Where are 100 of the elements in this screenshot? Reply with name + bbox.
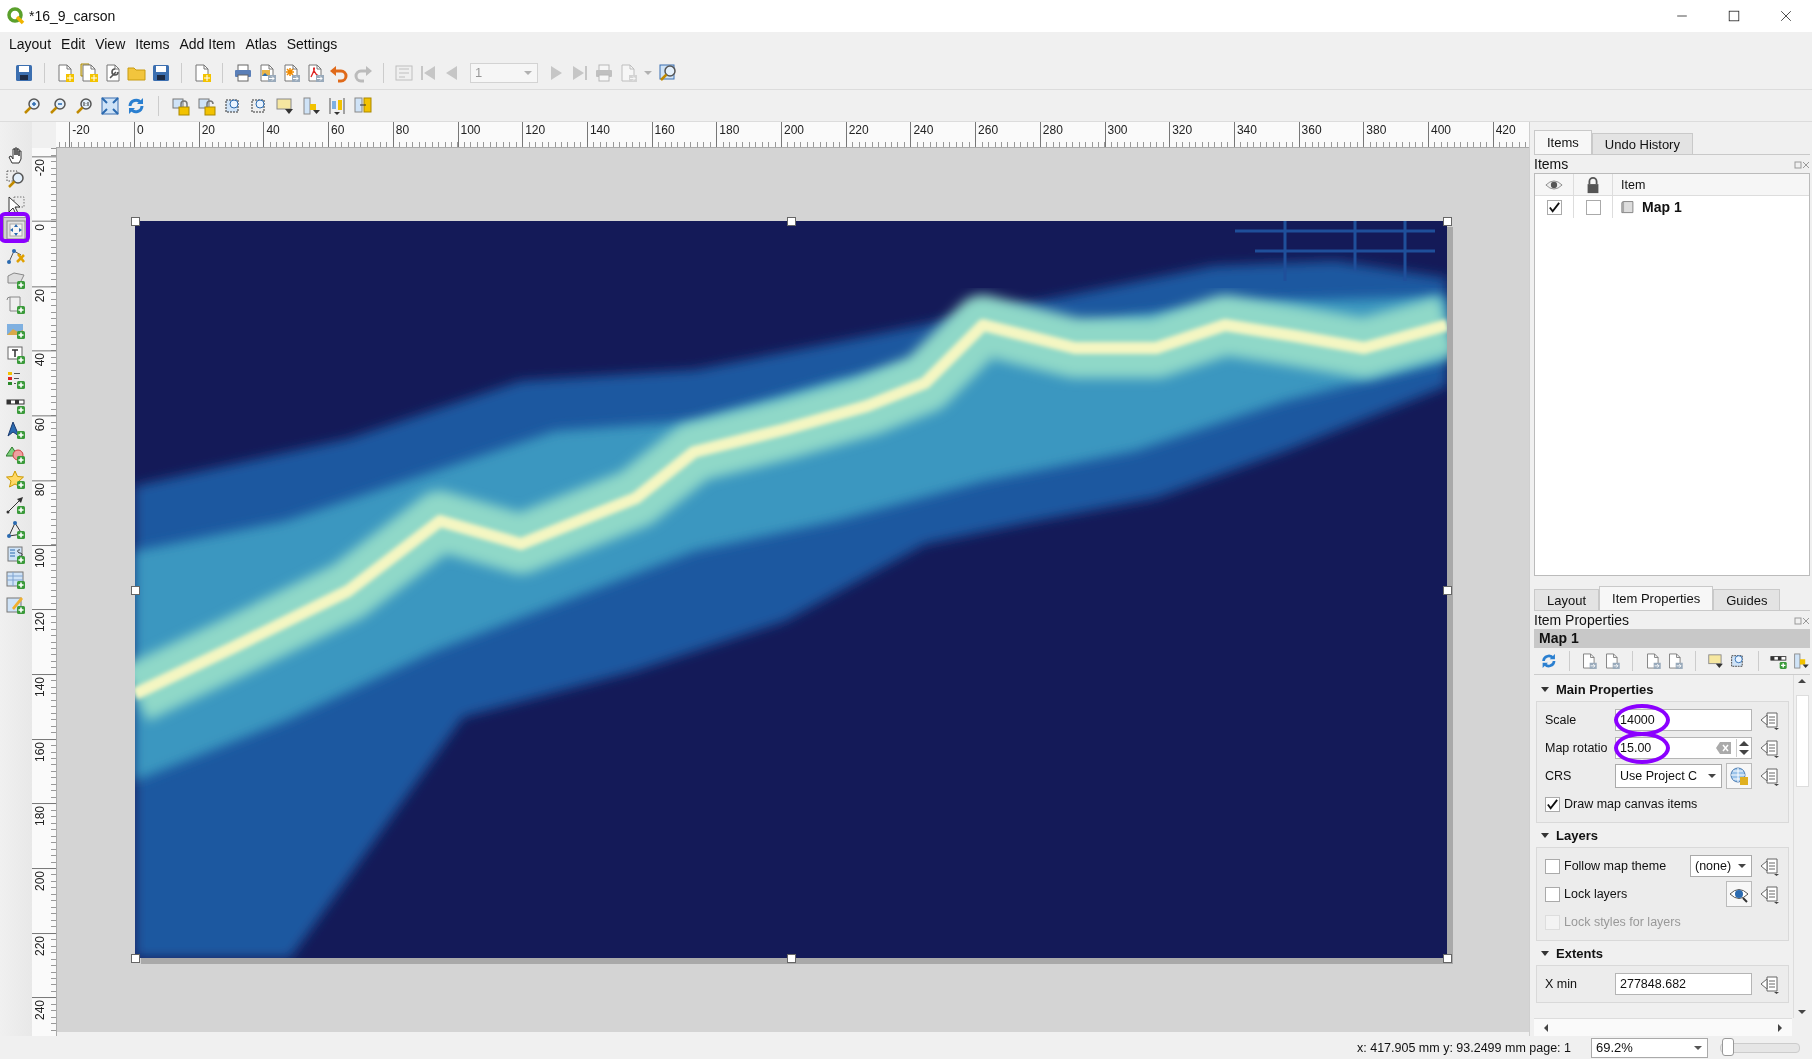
crs-button[interactable] [1726,763,1752,789]
eye-button[interactable] [1726,881,1752,907]
menu-item[interactable]: View [90,34,131,54]
ruler-label: 220 [32,932,56,958]
menu-item[interactable]: Edit [56,34,91,54]
ruler-label: 240 [32,997,56,1023]
tab[interactable]: Layout [1534,589,1600,610]
selection-handle[interactable] [787,954,796,963]
item-title: Map 1 [1534,629,1810,648]
export-svg-icon[interactable] [281,62,301,83]
atlas-settings-icon[interactable] [658,62,678,83]
scroll-thumb[interactable] [1796,695,1809,787]
selection-handle[interactable] [1443,585,1452,595]
panel-title: Items [1534,156,1569,172]
checkbox[interactable] [1545,796,1560,812]
lock-items-icon[interactable] [171,95,191,116]
logo-icon [6,6,26,26]
float-icon[interactable] [1794,617,1802,625]
checkbox-label[interactable]: Lock layers [1564,887,1722,901]
selection-handle[interactable] [131,585,140,595]
field-label: Scale [1545,713,1578,727]
input-field[interactable]: 277848.682 [1615,973,1752,995]
ruler-label: 100 [32,544,56,570]
export-pdf-icon[interactable] [305,62,325,83]
dropdown[interactable]: Use Project C [1615,764,1722,788]
spin-box[interactable]: 15.00 [1615,737,1752,759]
close-icon[interactable] [1778,8,1794,24]
menu-item[interactable]: Layout [4,34,57,54]
unlock-items-icon[interactable] [197,95,217,116]
selection-handle[interactable] [1443,954,1452,963]
checkbox-label[interactable]: Draw map canvas items [1564,797,1782,811]
panel-title: Item Properties [1534,612,1629,628]
menu-item[interactable]: Add Item [174,34,241,54]
input-field[interactable]: 14000 [1615,709,1752,731]
collapse-arrow-icon[interactable] [1540,684,1550,694]
section-title[interactable]: Main Properties [1556,681,1654,697]
cursor-position: x: 417.905 mm y: 93.2499 mm page: 1 [1357,1040,1571,1055]
selection-handle[interactable] [787,217,796,226]
column-header[interactable]: Item [1613,177,1646,192]
ruler-label: 0 [32,221,56,233]
checkbox[interactable] [1585,199,1601,215]
align-icon[interactable] [327,95,347,116]
globe-icon [1729,766,1749,786]
data-defined-icon[interactable] [1759,766,1779,786]
save-as-icon[interactable] [151,62,171,83]
section-title[interactable]: Layers [1556,827,1598,843]
menu-item[interactable]: Items [130,34,175,54]
checkbox-label[interactable]: Follow map theme [1564,859,1686,873]
field-label: CRS [1545,769,1573,783]
print-icon[interactable] [233,62,253,83]
new-layout-icon[interactable] [55,62,75,83]
horizontal-scrollbar[interactable] [1534,1018,1792,1036]
selection-handle[interactable] [131,954,140,963]
section-title[interactable]: Extents [1556,945,1603,961]
data-defined-icon[interactable] [1759,856,1779,876]
ruler-label: 160 [32,738,56,764]
ruler-label: 80 [32,479,56,499]
selection-handle[interactable] [1443,217,1452,226]
collapse-arrow-icon[interactable] [1540,948,1550,958]
zoom-out-icon[interactable] [48,95,68,116]
distribute-icon[interactable] [353,95,373,116]
checkbox[interactable] [1545,858,1560,874]
window-title: *16_9_carson [29,8,117,24]
data-defined-icon[interactable] [1759,710,1779,730]
layout-manager-icon[interactable] [103,62,123,83]
clear-icon[interactable] [1715,740,1732,756]
tab[interactable]: Undo History [1591,133,1693,154]
zoom-in-icon[interactable] [22,95,42,116]
slider-thumb[interactable] [1722,1037,1735,1056]
item-name[interactable]: Map 1 [1642,199,1682,215]
ruler-label: 200 [32,868,56,894]
data-defined-icon[interactable] [1759,884,1779,904]
new-document-icon[interactable] [192,62,212,83]
zoom-full-icon[interactable] [100,95,120,116]
collapse-arrow-icon[interactable] [1540,830,1550,840]
zoom-combo[interactable]: 69.2% [1591,1037,1708,1058]
checkbox[interactable] [1546,199,1562,215]
lower-icon[interactable] [301,95,321,116]
ruler-label: 60 [32,415,56,434]
tab[interactable]: Items [1534,130,1592,154]
maximize-icon[interactable] [1726,8,1742,24]
float-icon[interactable] [1794,161,1802,169]
spin-down-icon[interactable] [1737,748,1751,757]
data-defined-icon[interactable] [1759,974,1779,994]
ruler-label: -20 [32,156,56,179]
data-defined-icon[interactable] [1759,738,1779,758]
spin-up-icon[interactable] [1737,739,1751,748]
menu-item[interactable]: Atlas [240,34,282,54]
raise-icon[interactable] [275,95,295,116]
tab[interactable]: Guides [1713,589,1781,610]
dropdown[interactable]: (none) [1690,855,1752,877]
menu-item[interactable]: Settings [281,34,343,54]
tab[interactable]: Item Properties [1599,586,1714,610]
field-label: Map rotatio [1545,741,1609,755]
checkbox[interactable] [1545,886,1560,902]
zoom-actual-size-icon[interactable] [74,95,94,116]
ruler-label: 140 [32,673,56,699]
save-icon[interactable] [14,62,34,83]
selection-handle[interactable] [131,217,140,226]
export-image-icon[interactable] [257,62,277,83]
